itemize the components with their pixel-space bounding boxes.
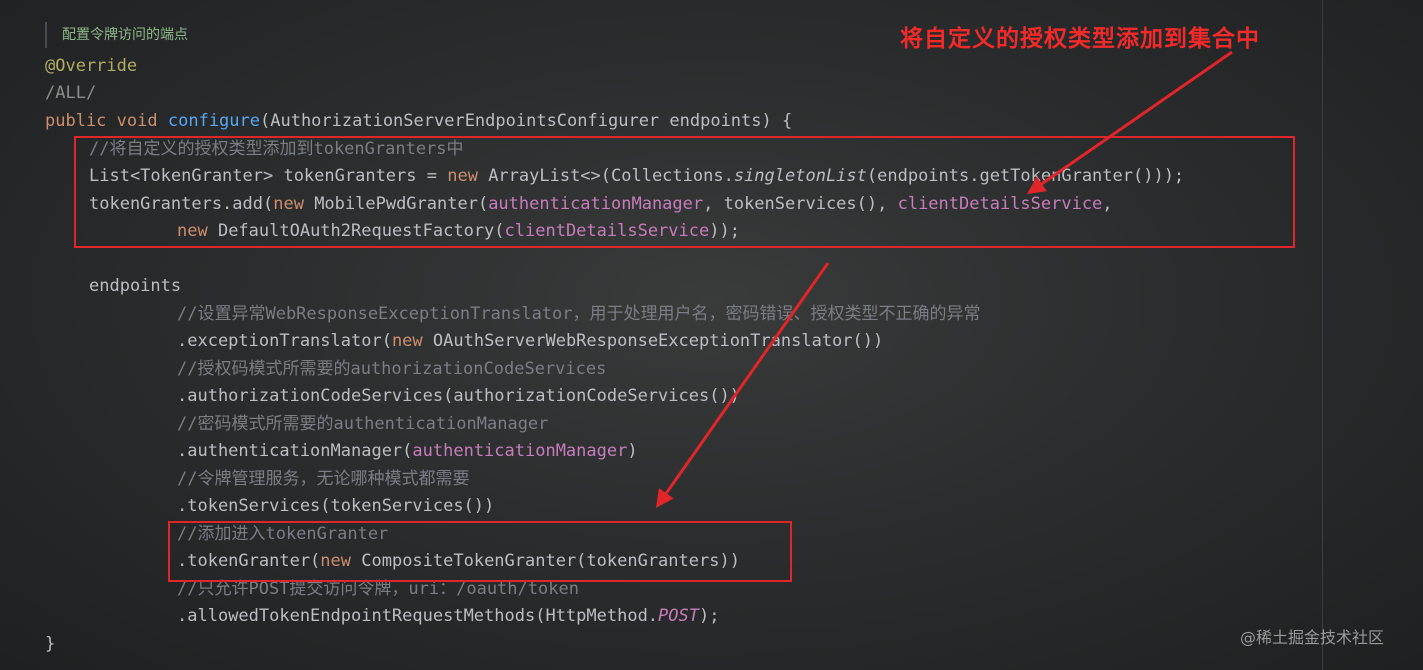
arrow-overlay [655,50,1233,508]
annotation-note: 将自定义的授权类型添加到集合中 [900,25,1260,52]
watermark: @稀土掘金技术社区 [1240,628,1385,647]
arrow-to-list-line [1027,50,1233,195]
arrow-to-token-granter [655,262,830,508]
code-editor[interactable]: 配置令牌访问的端点 @Override /ALL/ public void co… [0,0,1423,670]
